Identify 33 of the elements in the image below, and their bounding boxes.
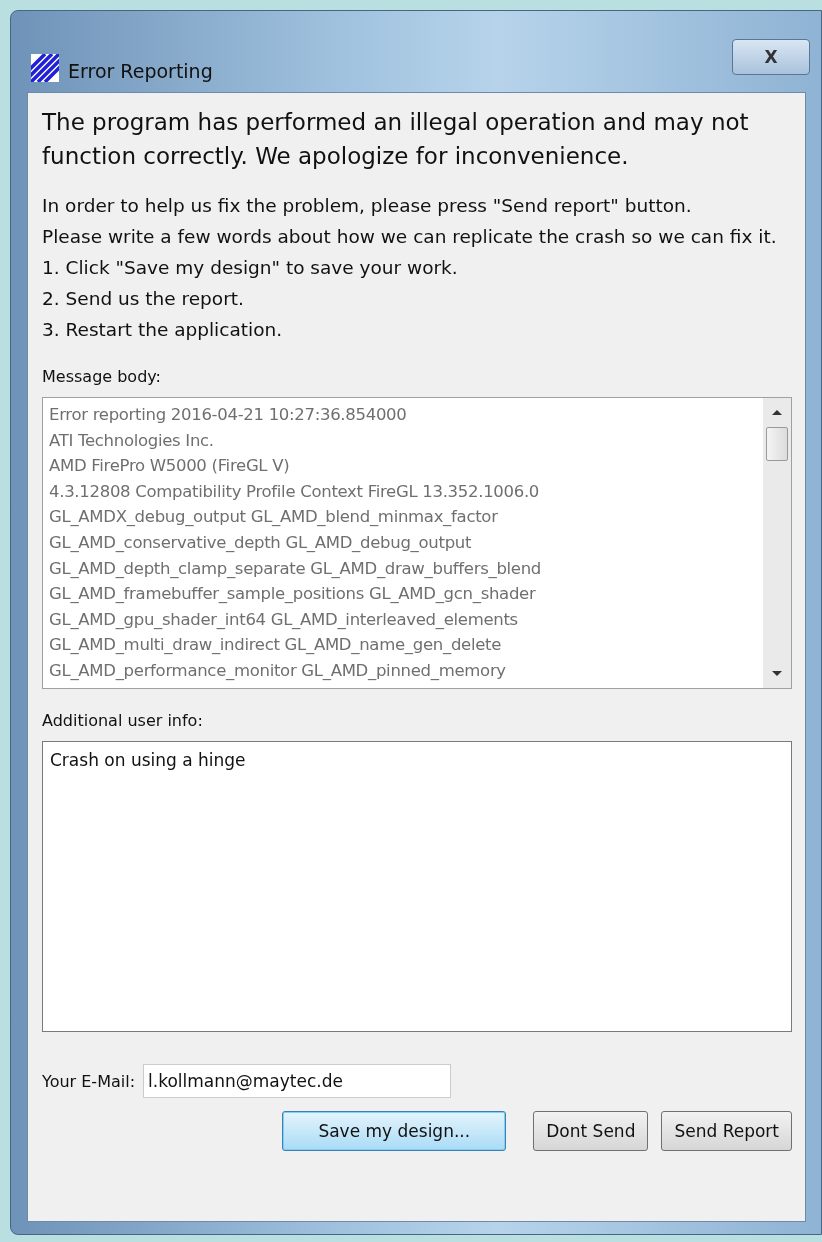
instruction-text: Please write a few words about how we can replicate the crash so we can fix it. bbox=[42, 225, 778, 249]
log-line: GL_AMD_conservative_depth GL_AMD_debug_output bbox=[49, 531, 473, 554]
striped-app-icon bbox=[31, 54, 59, 82]
scroll-up-icon[interactable] bbox=[772, 410, 782, 415]
log-line: 4.3.12808 Compatibility Profile Context FireGL 13.352.1006.0 bbox=[49, 480, 541, 503]
message-body-label: Message body: bbox=[42, 367, 162, 386]
log-line: GL_AMD_performance_monitor GL_AMD_pinned_memory bbox=[49, 659, 507, 682]
log-line: Error reporting 2016-04-21 10:27:36.854000 bbox=[49, 404, 408, 426]
log-line: GL_AMD_gpu_shader_int64 GL_AMD_interleaved_elements bbox=[49, 608, 519, 631]
dialog-button[interactable]: Save my design... bbox=[282, 1111, 507, 1151]
close-button[interactable]: X bbox=[732, 39, 810, 75]
scrollbar[interactable] bbox=[763, 398, 791, 688]
email-field[interactable]: l.kollmann@maytec.de bbox=[143, 1064, 451, 1098]
user-info-label: Additional user info: bbox=[42, 711, 204, 730]
scroll-thumb[interactable] bbox=[766, 427, 788, 461]
scroll-down-icon[interactable] bbox=[772, 671, 782, 676]
log-line: GL_AMD_framebuffer_sample_positions GL_AMD_gcn_shader bbox=[49, 583, 537, 606]
window-title: Error Reporting bbox=[68, 60, 213, 82]
user-info-field[interactable]: Crash on using a hinge bbox=[42, 741, 792, 1032]
instruction-text: 2. Send us the report. bbox=[42, 287, 245, 311]
message-body-field[interactable] bbox=[42, 397, 792, 689]
log-line: AMD FirePro W5000 (FireGL V) bbox=[49, 455, 291, 478]
dialog-button[interactable]: Dont Send bbox=[533, 1111, 649, 1151]
error-heading: The program has performed an illegal operation and may not function correctly. We apologize for inconvenience. bbox=[42, 108, 750, 171]
log-line: GL_AMD_depth_clamp_separate GL_AMD_draw_buffers_blend bbox=[49, 557, 543, 580]
instruction-text: 1. Click "Save my design" to save your work. bbox=[42, 256, 459, 280]
log-line: GL_AMDX_debug_output GL_AMD_blend_minmax_factor bbox=[49, 506, 499, 529]
log-line: GL_AMD_multi_draw_indirect GL_AMD_name_gen_delete bbox=[49, 634, 503, 657]
dialog-button[interactable]: Send Report bbox=[661, 1111, 792, 1151]
email-label: Your E-Mail: bbox=[42, 1071, 135, 1091]
instruction-text: In order to help us fix the problem, please press "Send report" button. bbox=[42, 194, 693, 218]
instruction-text: 3. Restart the application. bbox=[42, 318, 284, 342]
log-line: ATI Technologies Inc. bbox=[49, 429, 215, 452]
